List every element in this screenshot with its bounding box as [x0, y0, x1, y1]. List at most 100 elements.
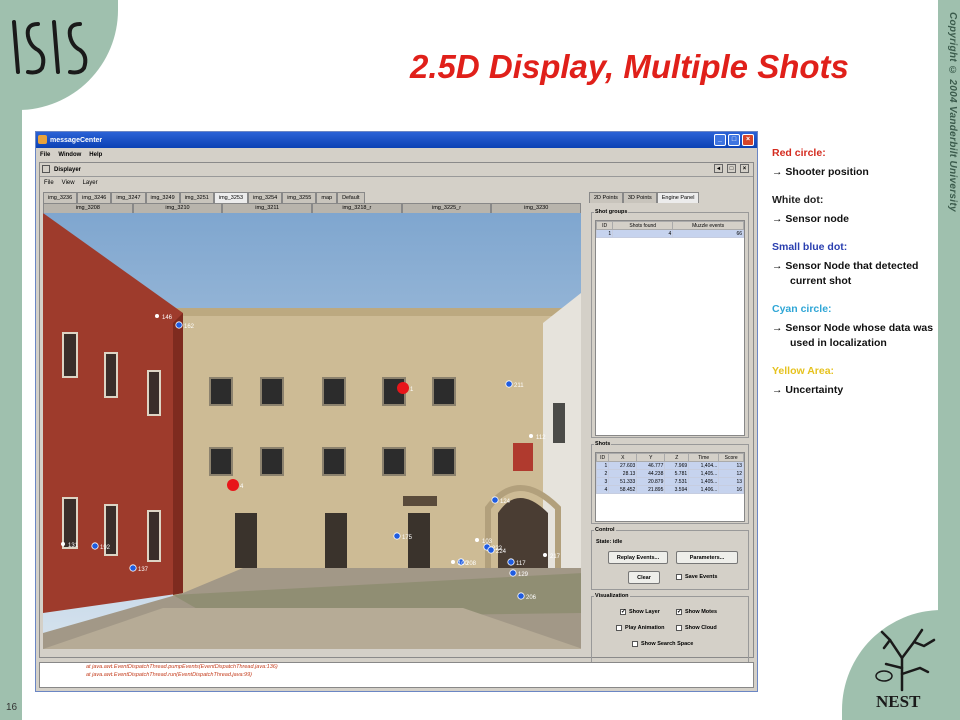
tab-img-3249[interactable]: img_3249 [145, 192, 180, 203]
table-row[interactable]: 1 4 66 [595, 229, 744, 238]
col-shots-found[interactable]: Shots found [612, 221, 674, 230]
cell: 5.781 [664, 469, 690, 478]
tab-img-3253[interactable]: img_3253 [213, 192, 249, 203]
parameters-button[interactable]: Parameters... [676, 551, 738, 564]
col-x[interactable]: X [608, 453, 638, 462]
message-center-window: messageCenter _ □ × File Window Help Dis… [35, 131, 758, 692]
window-titlebar[interactable]: messageCenter _ □ × [36, 132, 757, 148]
menu-file[interactable]: File [40, 152, 50, 158]
scene-image[interactable]: 146 162 211 112 124 175 131 192 137 103 222 224 208 1… [43, 213, 581, 649]
legend-item-text: Sensor Node that detected current shot [785, 260, 919, 287]
maximize-button[interactable]: □ [728, 134, 740, 146]
displayer-window: Displayer ◂ □ × File View Layer img_3236… [39, 162, 754, 668]
checkbox-checked[interactable]: ✓ [676, 609, 682, 615]
show-motes-checkbox[interactable]: ✓ Show Motes [676, 609, 717, 615]
outer-menubar: File Window Help [36, 148, 757, 161]
tab-img-3246[interactable]: img_3246 [77, 192, 112, 203]
visualization-section: Visualization ✓ Show Layer ✓ Show Motes … [591, 593, 749, 668]
cell: 1 [595, 461, 610, 470]
shot-groups-label: Shot groups [594, 209, 629, 215]
legend-item: → Uncertainty [772, 383, 937, 398]
replay-events-button[interactable]: Replay Events... [608, 551, 668, 564]
tab-default[interactable]: Default [337, 192, 365, 203]
control-label: Control [594, 527, 616, 533]
tab-img-3251[interactable]: img_3251 [179, 192, 214, 203]
tab-img-3236[interactable]: img_3236 [43, 192, 78, 203]
cell: 51.333 [608, 477, 638, 486]
col-time[interactable]: Time [688, 453, 720, 462]
console-line: at java.awt.EventDispatchThread.pumpEven… [86, 664, 278, 670]
menu-file[interactable]: File [44, 180, 54, 186]
menu-help[interactable]: Help [89, 152, 102, 158]
show-cloud-checkbox[interactable]: Show Cloud [676, 625, 717, 631]
col-id[interactable]: ID [595, 221, 614, 230]
displayer-icon [42, 165, 50, 173]
legend-heading: Red circle: [772, 147, 826, 159]
legend-heading: Cyan circle: [772, 303, 832, 315]
clear-button[interactable]: Clear [628, 571, 660, 584]
tab-img-3247[interactable]: img_3247 [111, 192, 146, 203]
checkbox-box[interactable] [676, 625, 682, 631]
marker-label: 211 [514, 383, 524, 389]
displayer-titlebar[interactable]: Displayer ◂ □ × [40, 163, 753, 177]
play-animation-checkbox[interactable]: Play Animation [616, 625, 665, 631]
checkbox-checked[interactable]: ✓ [620, 609, 626, 615]
table-row[interactable]: 3 51.333 20.879 7.531 1,405... 13 [595, 477, 744, 486]
col-id[interactable]: ID [595, 453, 610, 462]
tab-img-3208[interactable]: img_3208 [43, 203, 133, 213]
tab-img-3255[interactable]: img_3255 [282, 192, 317, 203]
legend-item: → Sensor Node whose data was used in loc… [772, 321, 937, 351]
console-output[interactable]: at java.awt.EventDispatchThread.pumpEven… [39, 662, 754, 688]
marker-label: 117 [516, 561, 526, 567]
arrow-icon: → [772, 213, 786, 225]
legend-block: Yellow Area: → Uncertainty [772, 365, 937, 398]
marker-label: 146 [162, 315, 173, 321]
checkbox-box[interactable] [676, 574, 682, 580]
table-row[interactable]: 4 58.452 21.895 3.594 1,406... 16 [595, 485, 744, 494]
show-search-space-checkbox[interactable]: Show Search Space [632, 641, 693, 647]
menu-window[interactable]: Window [58, 152, 81, 158]
displayer-close-button[interactable]: × [740, 164, 749, 173]
cell: 16 [718, 485, 744, 494]
close-button[interactable]: × [742, 134, 754, 146]
tab-img-3218-r[interactable]: img_3218_r [312, 203, 402, 213]
displayer-maximize-button[interactable]: □ [727, 164, 736, 173]
checkbox-box[interactable] [616, 625, 622, 631]
tab-img-3211[interactable]: img_3211 [222, 203, 313, 213]
show-layer-checkbox[interactable]: ✓ Show Layer [620, 609, 660, 615]
marker-label: 131 [68, 543, 79, 549]
tab-engine-panel[interactable]: Engine Panel [656, 192, 700, 203]
displayer-title: Displayer [54, 166, 82, 173]
cell: 13 [718, 477, 744, 486]
col-muzzle-events[interactable]: Muzzle events [672, 221, 744, 230]
col-score[interactable]: Score [718, 453, 744, 462]
table-row[interactable]: 1 27.603 46.777 7.969 1,404... 13 [595, 461, 744, 470]
col-z[interactable]: Z [664, 453, 690, 462]
marker-label: 217 [550, 554, 561, 560]
checkbox-box[interactable] [632, 641, 638, 647]
arrow-icon: → [772, 384, 786, 396]
displayer-minimize-button[interactable]: ◂ [714, 164, 723, 173]
tab-3d-points[interactable]: 3D Points [622, 192, 657, 203]
cell: 20.879 [636, 477, 666, 486]
col-y[interactable]: Y [636, 453, 666, 462]
arrow-icon: → [772, 322, 786, 334]
marker-label: 162 [184, 324, 195, 330]
control-section: Control State: idle Replay Events... Par… [591, 527, 749, 590]
tab-img-3225-r[interactable]: img_3225_r [401, 203, 492, 213]
tab-img-3210[interactable]: img_3210 [132, 203, 223, 213]
cell: 4 [595, 485, 610, 494]
menu-layer[interactable]: Layer [83, 180, 98, 186]
tab-img-3254[interactable]: img_3254 [248, 192, 283, 203]
cell: 46.777 [636, 461, 666, 470]
tab-img-3230[interactable]: img_3230 [491, 203, 582, 213]
cell: 58.452 [608, 485, 638, 494]
table-row[interactable]: 2 28.13 44.238 5.781 1,405... 12 [595, 469, 744, 478]
tab-2d-points[interactable]: 2D Points [589, 192, 623, 203]
save-events-checkbox[interactable]: Save Events [676, 574, 717, 580]
cell: 66 [672, 229, 744, 238]
tab-map[interactable]: map [316, 192, 338, 203]
cell: 4 [612, 229, 674, 238]
minimize-button[interactable]: _ [714, 134, 726, 146]
menu-view[interactable]: View [62, 180, 75, 186]
